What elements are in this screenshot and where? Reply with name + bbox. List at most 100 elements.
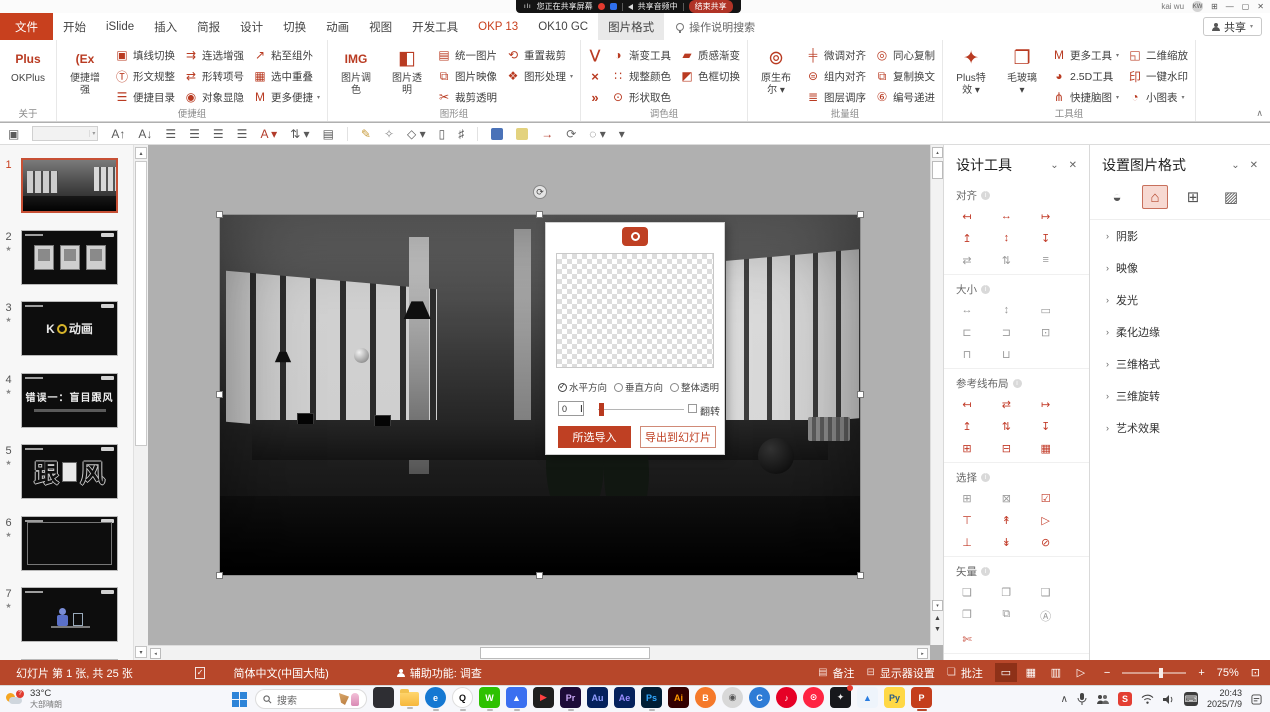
- vector-merge-icon[interactable]: ⧉: [998, 608, 1014, 624]
- ribbon-small-button[interactable]: ☰便捷目录: [113, 87, 177, 107]
- close-button[interactable]: ✕: [1257, 2, 1264, 11]
- chevron-down-icon[interactable]: ⌄: [1050, 160, 1058, 171]
- zoom-slider[interactable]: [1122, 672, 1186, 674]
- format-section[interactable]: ›三维旋转: [1090, 380, 1270, 412]
- import-selected-button[interactable]: 所选导入: [558, 426, 631, 448]
- select-down-icon[interactable]: ↡: [998, 536, 1014, 549]
- qq-app[interactable]: Q: [452, 687, 473, 711]
- expand-down-icon[interactable]: ⋁: [586, 45, 604, 65]
- stretch-left-icon[interactable]: ⊏: [959, 326, 975, 339]
- slide-thumbnail[interactable]: 错误一：盲目跟风: [21, 373, 118, 428]
- netease-music-app[interactable]: ♪: [776, 687, 797, 711]
- tab-file[interactable]: 文件: [0, 13, 53, 40]
- dark-red-app[interactable]: ▶: [533, 687, 554, 711]
- animation-painter-button[interactable]: ✧: [384, 127, 394, 141]
- ribbon-options-icon[interactable]: ⊞: [1211, 2, 1218, 11]
- ribbon-small-button[interactable]: ▤统一图片: [435, 45, 499, 65]
- ribbon-small-button[interactable]: M更多工具▾: [1050, 45, 1121, 65]
- ribbon-small-button[interactable]: ⟲重置裁剪: [504, 45, 575, 65]
- font-decrease-button[interactable]: A↓: [138, 127, 152, 141]
- ribbon-tab[interactable]: 插入: [144, 13, 187, 40]
- stop-sharing-button[interactable]: 结束共享: [689, 0, 733, 13]
- ribbon-big-button[interactable]: IMG图片调色: [333, 43, 379, 97]
- spellcheck-icon[interactable]: ✓: [195, 667, 206, 679]
- gray-round-app[interactable]: ◉: [722, 687, 743, 711]
- ribbon-tab[interactable]: 切换: [273, 13, 316, 40]
- comments-button[interactable]: ❏ 批注: [947, 665, 983, 681]
- blender-app[interactable]: B: [695, 687, 716, 711]
- ribbon-small-button[interactable]: ⧉图片映像: [435, 66, 499, 86]
- ribbon-big-button[interactable]: PlusOKPlus: [5, 43, 51, 85]
- ribbon-small-button[interactable]: ⋔快捷脑图▾: [1050, 87, 1121, 107]
- azure-app[interactable]: ▲: [857, 687, 878, 711]
- select-checked-icon[interactable]: ☑: [1038, 492, 1054, 505]
- python-app[interactable]: Py: [884, 687, 905, 711]
- ribbon-small-button[interactable]: ⊙形状取色: [609, 87, 673, 107]
- slide-thumbnail[interactable]: K动画: [21, 301, 118, 356]
- align-more-icon[interactable]: ≡: [1038, 254, 1054, 267]
- vector-shape-2-icon[interactable]: ❐: [998, 586, 1014, 599]
- vector-text-icon[interactable]: Ⓐ: [1038, 608, 1054, 624]
- display-settings-button[interactable]: ⊟ 显示器设置: [867, 665, 935, 681]
- resize-handle[interactable]: [857, 211, 864, 218]
- scroll-down-icon[interactable]: ▾: [932, 600, 943, 611]
- ribbon-tab[interactable]: OK10 GC: [528, 13, 598, 40]
- effects-tab[interactable]: ⌂: [1142, 185, 1168, 209]
- file-explorer[interactable]: [400, 689, 419, 709]
- notification-icon[interactable]: [1251, 694, 1262, 705]
- chevron-down-icon[interactable]: ⌄: [1231, 160, 1239, 171]
- font-increase-button[interactable]: A↑: [111, 127, 125, 141]
- ribbon-small-button[interactable]: ◎同心复制: [873, 45, 937, 65]
- resize-handle[interactable]: [216, 391, 223, 398]
- people-icon[interactable]: [1096, 694, 1109, 704]
- same-size-icon[interactable]: ▭: [1038, 304, 1054, 317]
- align-left-button[interactable]: ☰: [165, 127, 176, 141]
- ribbon-tab[interactable]: 图片格式: [598, 13, 664, 40]
- zoom-slider-thumb[interactable]: [1159, 668, 1163, 678]
- ribbon-small-button[interactable]: ╪微调对齐: [804, 45, 868, 65]
- fit-size-icon[interactable]: ⊡: [1038, 326, 1054, 339]
- reading-view-button[interactable]: ▥: [1045, 663, 1067, 682]
- scroll-up-icon[interactable]: ▴: [932, 147, 943, 158]
- select-top-icon[interactable]: ⊤: [959, 514, 975, 527]
- red-arrow-button[interactable]: →: [541, 127, 553, 141]
- ribbon-small-button[interactable]: ⇉连选增强: [182, 45, 246, 65]
- blue-swatch-button[interactable]: [491, 128, 503, 140]
- dark-badge-app[interactable]: ✦: [830, 687, 851, 711]
- ribbon-small-button[interactable]: ⑥编号递进: [873, 87, 937, 107]
- resize-handle[interactable]: [216, 572, 223, 579]
- align-center-h-icon[interactable]: ↔: [998, 210, 1014, 223]
- guide-inner-icon[interactable]: ⊟: [998, 442, 1014, 455]
- radio-icon[interactable]: [558, 383, 567, 392]
- picture-tab[interactable]: ▨: [1218, 185, 1244, 209]
- format-section[interactable]: ›阴影: [1090, 220, 1270, 252]
- slide-thumbnail[interactable]: [21, 587, 118, 642]
- ribbon-small-button[interactable]: Ⓣ形文规整: [113, 66, 177, 86]
- close-icon[interactable]: ✕: [1069, 160, 1077, 171]
- format-section[interactable]: ›发光: [1090, 284, 1270, 316]
- slide-thumbnail[interactable]: [21, 516, 118, 571]
- select-same-size-icon[interactable]: ⊠: [998, 492, 1014, 505]
- radio-icon[interactable]: [614, 383, 623, 392]
- ribbon-big-button[interactable]: ❐毛玻璃 ▾: [999, 43, 1045, 97]
- thumbnails-scrollbar[interactable]: ▴ ▾: [133, 145, 148, 660]
- transparency-preview[interactable]: [556, 253, 714, 368]
- maximize-button[interactable]: ▢: [1242, 2, 1250, 11]
- guide-center-h-icon[interactable]: ⇄: [998, 398, 1014, 411]
- radio-option[interactable]: 水平方向: [558, 380, 607, 394]
- align-right-button[interactable]: ☰: [213, 127, 224, 141]
- ribbon-small-button[interactable]: ▰质感渐变: [678, 45, 742, 65]
- radio-option[interactable]: 垂直方向: [614, 380, 663, 394]
- format-section[interactable]: ›三维格式: [1090, 348, 1270, 380]
- ribbon-small-button[interactable]: ▦选中重叠: [251, 66, 322, 86]
- slide-thumbnail[interactable]: [21, 230, 118, 285]
- wechat-app[interactable]: W: [479, 687, 500, 711]
- weather-widget[interactable]: ? 33°C 大部晴朗: [0, 689, 160, 709]
- align-top-icon[interactable]: ↥: [959, 232, 975, 245]
- scroll-down-icon[interactable]: ▾: [135, 646, 147, 658]
- dialog-mode-button[interactable]: [622, 227, 648, 246]
- distribute-h-icon[interactable]: ⇄: [959, 254, 975, 267]
- ribbon-tab[interactable]: 视图: [359, 13, 402, 40]
- ribbon-small-button[interactable]: ⇄形转项号: [182, 66, 246, 86]
- edge-browser[interactable]: e: [425, 687, 446, 711]
